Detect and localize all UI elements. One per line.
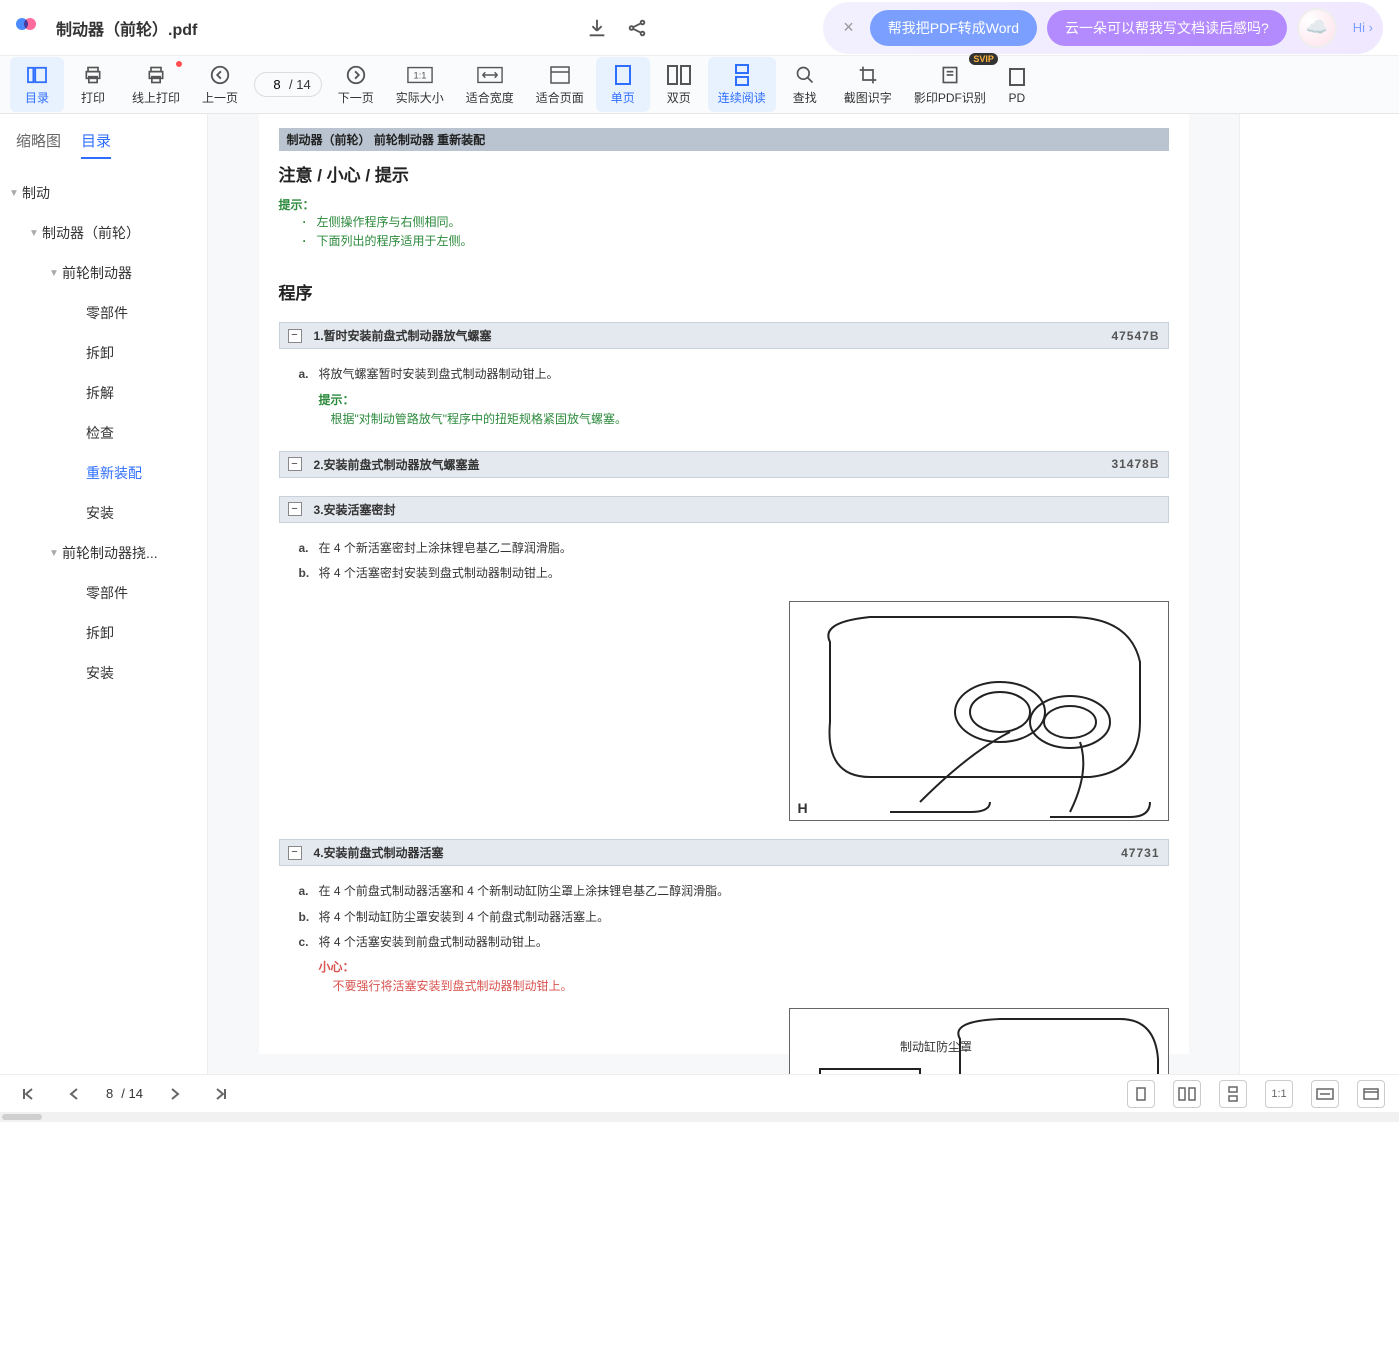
page-breadcrumb: 制动器（前轮） 前轮制动器 重新装配 xyxy=(279,128,1169,151)
web-print-icon xyxy=(145,63,167,87)
toc-tree: ▼制动 ▼制动器（前轮） ▼前轮制动器 零部件 拆卸 拆解 检查 重新装配 安装… xyxy=(0,167,207,699)
web-print-button[interactable]: 线上打印 xyxy=(122,57,190,112)
single-page-button[interactable]: 单页 xyxy=(596,57,650,112)
tree-leaf[interactable]: 安装 xyxy=(0,493,207,533)
view-continuous-icon[interactable] xyxy=(1219,1080,1247,1108)
view-single-icon[interactable] xyxy=(1127,1080,1155,1108)
fit-width-footer-icon[interactable] xyxy=(1311,1080,1339,1108)
collapse-icon[interactable]: − xyxy=(288,846,302,860)
tree-leaf[interactable]: 安装 xyxy=(0,653,207,693)
prev-page-button[interactable]: 上一页 xyxy=(192,57,248,112)
toc-icon xyxy=(26,63,48,87)
notification-dot-icon xyxy=(176,61,182,67)
next-page-button[interactable]: 下一页 xyxy=(328,57,384,112)
tree-node-front-wheel-brake[interactable]: ▼前轮制动器 xyxy=(0,253,207,293)
document-scan-icon xyxy=(940,63,960,87)
prev-page-button[interactable] xyxy=(60,1080,88,1108)
tree-leaf-reassembly[interactable]: 重新装配 xyxy=(0,453,207,493)
double-page-icon xyxy=(667,63,691,87)
tip-list: 左侧操作程序与右侧相同。 下面列出的程序适用于左侧。 xyxy=(317,213,1169,251)
watermark: 二〇 汽修帮手 xyxy=(1056,1069,1189,1074)
first-page-button[interactable] xyxy=(14,1080,42,1108)
more-icon xyxy=(1008,65,1026,89)
ai-hi-label[interactable]: Hi › xyxy=(1353,20,1373,35)
tree-leaf[interactable]: 拆卸 xyxy=(0,613,207,653)
horizontal-scrollbar[interactable] xyxy=(0,1112,1399,1122)
page-total: / 14 xyxy=(289,77,311,92)
caret-down-icon: ▼ xyxy=(46,548,62,559)
collapse-icon[interactable]: − xyxy=(288,457,302,471)
tab-toc[interactable]: 目录 xyxy=(81,130,111,159)
last-page-button[interactable] xyxy=(207,1080,235,1108)
document-viewport[interactable]: 制动器（前轮） 前轮制动器 重新装配 注意 / 小心 / 提示 提示： 左侧操作… xyxy=(208,114,1239,1074)
figure-caliper-piston: 制动缸防尘罩 活塞 锂皂基乙二醇润滑脂 H xyxy=(789,1008,1169,1074)
continuous-button[interactable]: 连续阅读 xyxy=(708,57,776,112)
tree-node-front-brake-flex[interactable]: ▼前轮制动器挠... xyxy=(0,533,207,573)
file-name: 制动器（前轮）.pdf xyxy=(56,16,197,40)
tree-leaf[interactable]: 拆解 xyxy=(0,373,207,413)
photo-ocr-button[interactable]: SVIP 影印PDF识别 xyxy=(904,57,996,112)
collapse-icon[interactable]: − xyxy=(288,502,302,516)
ai-convert-button[interactable]: 帮我把PDF转成Word xyxy=(870,10,1037,46)
search-button[interactable]: 查找 xyxy=(778,57,832,112)
svg-text:1:1: 1:1 xyxy=(413,71,426,81)
tip-label: 提示： xyxy=(279,196,1169,213)
fit-page-icon xyxy=(548,63,572,87)
chevron-left-icon xyxy=(209,63,231,87)
ai-summary-button[interactable]: 云一朵可以帮我写文档读后感吗? xyxy=(1047,10,1287,46)
step-header[interactable]: − 4.安装前盘式制动器活塞 47731 xyxy=(279,839,1169,866)
search-icon xyxy=(795,63,815,87)
crop-icon xyxy=(858,63,878,87)
ai-avatar-icon[interactable]: ☁️ xyxy=(1297,8,1337,48)
tree-leaf[interactable]: 零部件 xyxy=(0,573,207,613)
step-header[interactable]: − 2.安装前盘式制动器放气螺塞盖 31478B xyxy=(279,451,1169,478)
print-icon xyxy=(82,63,104,87)
step-header[interactable]: − 3.安装活塞密封 xyxy=(279,496,1169,523)
footer-page-total: / 14 xyxy=(121,1086,143,1101)
pdf-tool-button[interactable]: PD xyxy=(998,59,1036,111)
fit-width-icon xyxy=(477,63,503,87)
tree-node-braking[interactable]: ▼制动 xyxy=(0,173,207,213)
chevron-right-icon xyxy=(345,63,367,87)
procedure-heading: 程序 xyxy=(279,279,1169,304)
ai-suggestion-bar: × 帮我把PDF转成Word 云一朵可以帮我写文档读后感吗? ☁️ Hi › xyxy=(823,2,1383,54)
app-logo xyxy=(16,14,44,42)
tree-node-front-brake[interactable]: ▼制动器（前轮） xyxy=(0,213,207,253)
close-icon[interactable]: × xyxy=(837,17,860,38)
right-gutter xyxy=(1239,114,1399,1074)
actual-size-button[interactable]: 1:1 实际大小 xyxy=(386,57,454,112)
print-button[interactable]: 打印 xyxy=(66,57,120,112)
caret-down-icon: ▼ xyxy=(6,188,22,199)
view-double-icon[interactable] xyxy=(1173,1080,1201,1108)
collapse-icon[interactable]: − xyxy=(288,329,302,343)
tree-leaf[interactable]: 拆卸 xyxy=(0,333,207,373)
tree-leaf[interactable]: 检查 xyxy=(0,413,207,453)
next-page-button[interactable] xyxy=(161,1080,189,1108)
step-header[interactable]: − 1.暂时安装前盘式制动器放气螺塞 47547B xyxy=(279,322,1169,349)
pdf-page: 制动器（前轮） 前轮制动器 重新装配 注意 / 小心 / 提示 提示： 左侧操作… xyxy=(259,114,1189,1054)
tree-leaf[interactable]: 零部件 xyxy=(0,293,207,333)
figure-caliper-seal: H xyxy=(789,601,1169,821)
fit-page-footer-icon[interactable] xyxy=(1357,1080,1385,1108)
ratio-icon: 1:1 xyxy=(407,63,433,87)
svip-badge: SVIP xyxy=(969,53,998,65)
single-page-icon xyxy=(614,63,632,87)
page-indicator[interactable]: / 14 xyxy=(254,72,322,97)
fit-width-button[interactable]: 适合宽度 xyxy=(456,57,524,112)
fit-ratio-button[interactable]: 1:1 xyxy=(1265,1080,1293,1108)
page-input[interactable] xyxy=(265,77,289,92)
fit-page-button[interactable]: 适合页面 xyxy=(526,57,594,112)
screenshot-ocr-button[interactable]: 截图识字 xyxy=(834,57,902,112)
figure-label: 制动缸防尘罩 xyxy=(900,1039,972,1054)
download-icon[interactable] xyxy=(577,8,617,48)
continuous-icon xyxy=(733,63,751,87)
footer-page-current: 8 xyxy=(106,1086,113,1101)
toc-button[interactable]: 目录 xyxy=(10,57,64,112)
double-page-button[interactable]: 双页 xyxy=(652,57,706,112)
caret-down-icon: ▼ xyxy=(26,228,42,239)
tab-thumbnails[interactable]: 缩略图 xyxy=(16,130,61,159)
caret-down-icon: ▼ xyxy=(46,268,62,279)
share-icon[interactable] xyxy=(617,8,657,48)
attention-heading: 注意 / 小心 / 提示 xyxy=(279,161,1169,186)
